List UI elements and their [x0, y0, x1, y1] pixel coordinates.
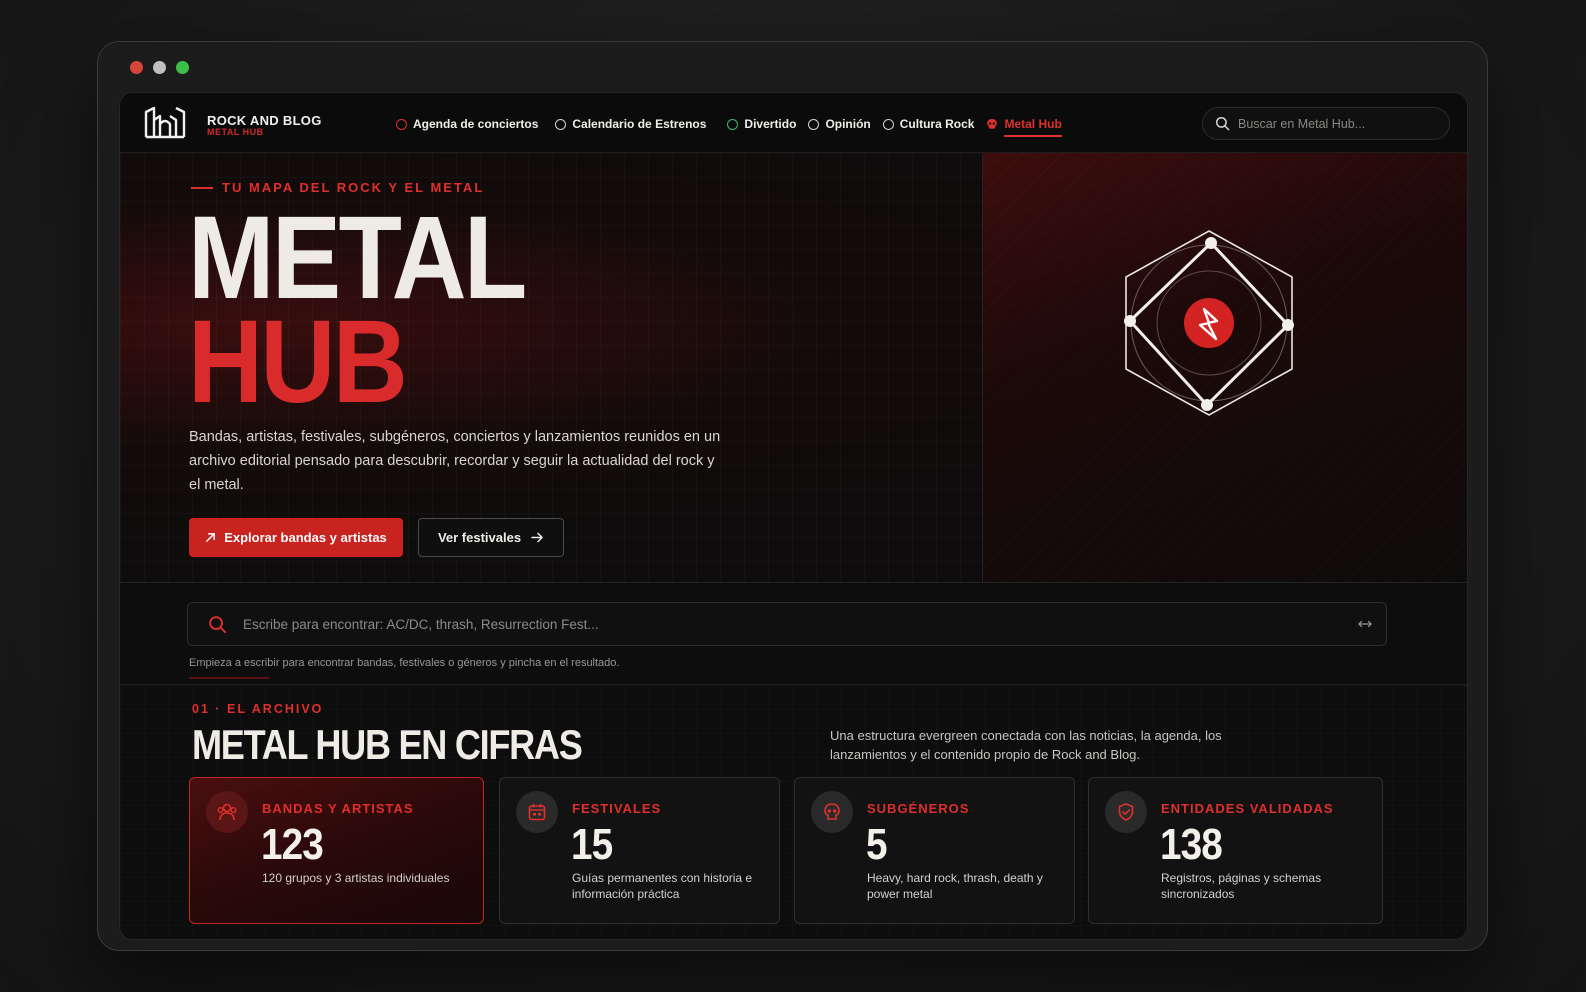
hero-description: Bandas, artistas, festivales, subgéneros… [189, 429, 721, 493]
hero-section: TU MAPA DEL ROCK Y EL METAL METAL HUB Ba… [120, 153, 1467, 583]
hint-underline [189, 677, 269, 679]
brand-name: ROCK AND BLOG [207, 113, 322, 128]
archive-search-hint: Empieza a escribir para encontrar bandas… [189, 657, 620, 669]
swap-arrows-icon[interactable] [1358, 619, 1372, 629]
stat-label: BANDAS Y ARTISTAS [262, 801, 414, 816]
brand[interactable]: ROCK AND BLOG METAL HUB [207, 113, 322, 137]
nav-item-calendario[interactable]: Calendario de Estrenos [555, 117, 706, 131]
stat-description: 120 grupos y 3 artistas individuales [262, 871, 450, 885]
page-viewport: ROCK AND BLOG METAL HUB Agenda de concie… [119, 92, 1468, 940]
archive-search[interactable] [187, 602, 1387, 646]
metal-hub-emblem-icon [1124, 230, 1294, 416]
arrow-right-icon [531, 532, 543, 543]
site-search-input[interactable] [1238, 116, 1428, 131]
shield-check-icon [1105, 791, 1147, 833]
nav-item-label: Agenda de conciertos [413, 117, 539, 131]
stats-eyebrow: 01 · EL ARCHIVO [192, 702, 324, 716]
stat-value: 138 [1160, 820, 1223, 869]
nav-item-agenda[interactable]: Agenda de conciertos [396, 117, 538, 131]
nav-item-metal-hub[interactable]: Metal Hub [986, 117, 1063, 137]
close-window-button[interactable] [130, 61, 143, 74]
main-menu: Agenda de conciertos Calendario de Estre… [396, 117, 1079, 137]
stat-card-festivals[interactable]: FESTIVALES 15 Guías permanentes con hist… [499, 777, 780, 924]
browser-window: ROCK AND BLOG METAL HUB Agenda de concie… [97, 41, 1488, 951]
nav-item-cultura-rock[interactable]: Cultura Rock [882, 117, 975, 131]
ring-icon [882, 118, 894, 130]
nav-item-label: Opinión [825, 117, 871, 131]
nav-item-divertido[interactable]: Divertido [727, 117, 796, 131]
stat-description: Registros, páginas y schemas sincronizad… [1161, 871, 1322, 901]
stat-value: 123 [261, 820, 324, 869]
explore-bands-label: Explorar bandas y artistas [224, 530, 387, 545]
stat-value: 15 [571, 820, 613, 869]
nav-item-label: Calendario de Estrenos [572, 117, 707, 131]
stat-label: SUBGÉNEROS [867, 801, 970, 816]
explore-bands-button[interactable]: Explorar bandas y artistas [189, 518, 403, 557]
top-navigation: ROCK AND BLOG METAL HUB Agenda de concie… [120, 93, 1467, 153]
nav-item-label: Cultura Rock [899, 117, 975, 131]
rock-and-blog-logo-icon[interactable] [143, 106, 187, 140]
brand-subtitle: METAL HUB [207, 127, 264, 137]
window-controls [130, 61, 189, 74]
stat-description: Heavy, hard rock, thrash, death y power … [867, 871, 1043, 901]
calendar-icon [516, 791, 558, 833]
skull-icon [987, 119, 998, 129]
ring-icon [555, 118, 567, 130]
stat-value: 5 [866, 820, 888, 869]
nav-item-opinion[interactable]: Opinión [808, 117, 871, 131]
search-icon [1215, 116, 1230, 131]
stat-description: Guías permanentes con historia e informa… [572, 871, 753, 901]
view-festivals-label: Ver festivales [437, 530, 522, 545]
users-icon [206, 791, 248, 833]
stat-card-bands[interactable]: BANDAS Y ARTISTAS 123 120 grupos y 3 art… [189, 777, 484, 924]
hero-title-line-2: HUB [188, 296, 408, 428]
stats-title: METAL HUB EN CIFRAS [192, 721, 583, 768]
stat-card-subgenres[interactable]: SUBGÉNEROS 5 Heavy, hard rock, thrash, d… [794, 777, 1075, 924]
maximize-window-button[interactable] [176, 61, 189, 74]
arrow-up-right-icon [206, 533, 216, 542]
minimize-window-button[interactable] [153, 61, 166, 74]
eyebrow-line [191, 186, 213, 189]
archive-search-input[interactable] [243, 616, 1358, 632]
ring-icon [396, 118, 407, 130]
stat-card-entities[interactable]: ENTIDADES VALIDADAS 138 Registros, págin… [1088, 777, 1383, 924]
skull-icon [811, 791, 853, 833]
nav-item-label: Divertido [744, 117, 797, 131]
site-search[interactable] [1202, 107, 1450, 140]
ring-icon [727, 118, 739, 130]
search-icon [209, 615, 227, 633]
stats-description: Una estructura evergreen conectada con l… [830, 728, 1222, 762]
ring-icon [808, 118, 820, 130]
stat-label: ENTIDADES VALIDADAS [1161, 801, 1334, 816]
view-festivals-button[interactable]: Ver festivales [418, 518, 564, 557]
stat-label: FESTIVALES [572, 801, 662, 816]
nav-item-label: Metal Hub [1004, 117, 1062, 131]
